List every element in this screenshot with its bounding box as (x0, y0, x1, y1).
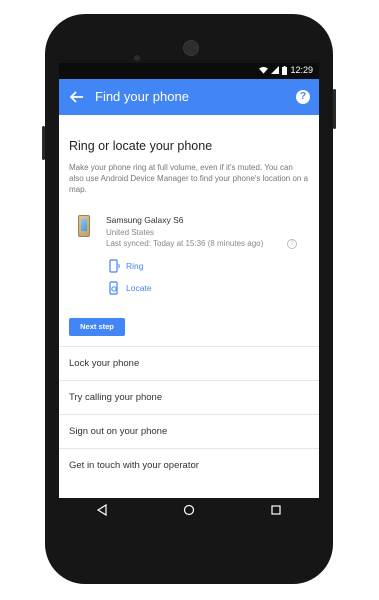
next-step-button[interactable]: Next step (69, 318, 125, 336)
options-list: Lock your phone Try calling your phone S… (59, 346, 319, 482)
section-heading: Ring or locate your phone (69, 139, 213, 153)
ring-label: Ring (126, 261, 144, 271)
volume-button (42, 126, 45, 160)
recents-nav-icon[interactable] (270, 504, 282, 516)
back-arrow-icon[interactable] (68, 88, 86, 106)
home-nav-icon[interactable] (183, 504, 195, 516)
device-name: Samsung Galaxy S6 (106, 215, 184, 225)
list-item-operator[interactable]: Get in touch with your operator (59, 448, 319, 482)
app-bar: Find your phone ? (59, 79, 319, 115)
locate-phone-icon (109, 281, 118, 295)
ring-button[interactable]: Ring (107, 259, 143, 273)
ring-phone-icon (109, 259, 120, 273)
power-button (333, 89, 336, 129)
signal-icon (271, 66, 280, 74)
front-camera (134, 55, 140, 61)
battery-icon (282, 65, 288, 75)
help-icon[interactable]: ? (296, 90, 310, 104)
list-item-call[interactable]: Try calling your phone (59, 380, 319, 414)
page-title: Find your phone (95, 89, 189, 104)
info-icon[interactable]: ? (287, 239, 297, 249)
list-item-sign-out[interactable]: Sign out on your phone (59, 414, 319, 448)
section-description: Make your phone ring at full volume, eve… (69, 163, 309, 194)
device-last-synced: Last synced: Today at 15:36 (8 minutes a… (106, 239, 264, 248)
list-item-lock[interactable]: Lock your phone (59, 346, 319, 380)
phone-screen: 12:29 Find your phone ? Ring or locate y… (59, 63, 319, 498)
device-country: United States (106, 228, 155, 237)
locate-button[interactable]: Locate (107, 281, 152, 295)
locate-label: Locate (126, 283, 152, 293)
status-time: 12:29 (290, 65, 313, 75)
navigation-bar (59, 498, 319, 522)
earpiece-speaker (183, 40, 199, 56)
wifi-icon (259, 66, 269, 74)
back-nav-icon[interactable] (96, 504, 108, 516)
status-bar: 12:29 (59, 63, 319, 79)
phone-thumbnail-icon (78, 215, 90, 237)
